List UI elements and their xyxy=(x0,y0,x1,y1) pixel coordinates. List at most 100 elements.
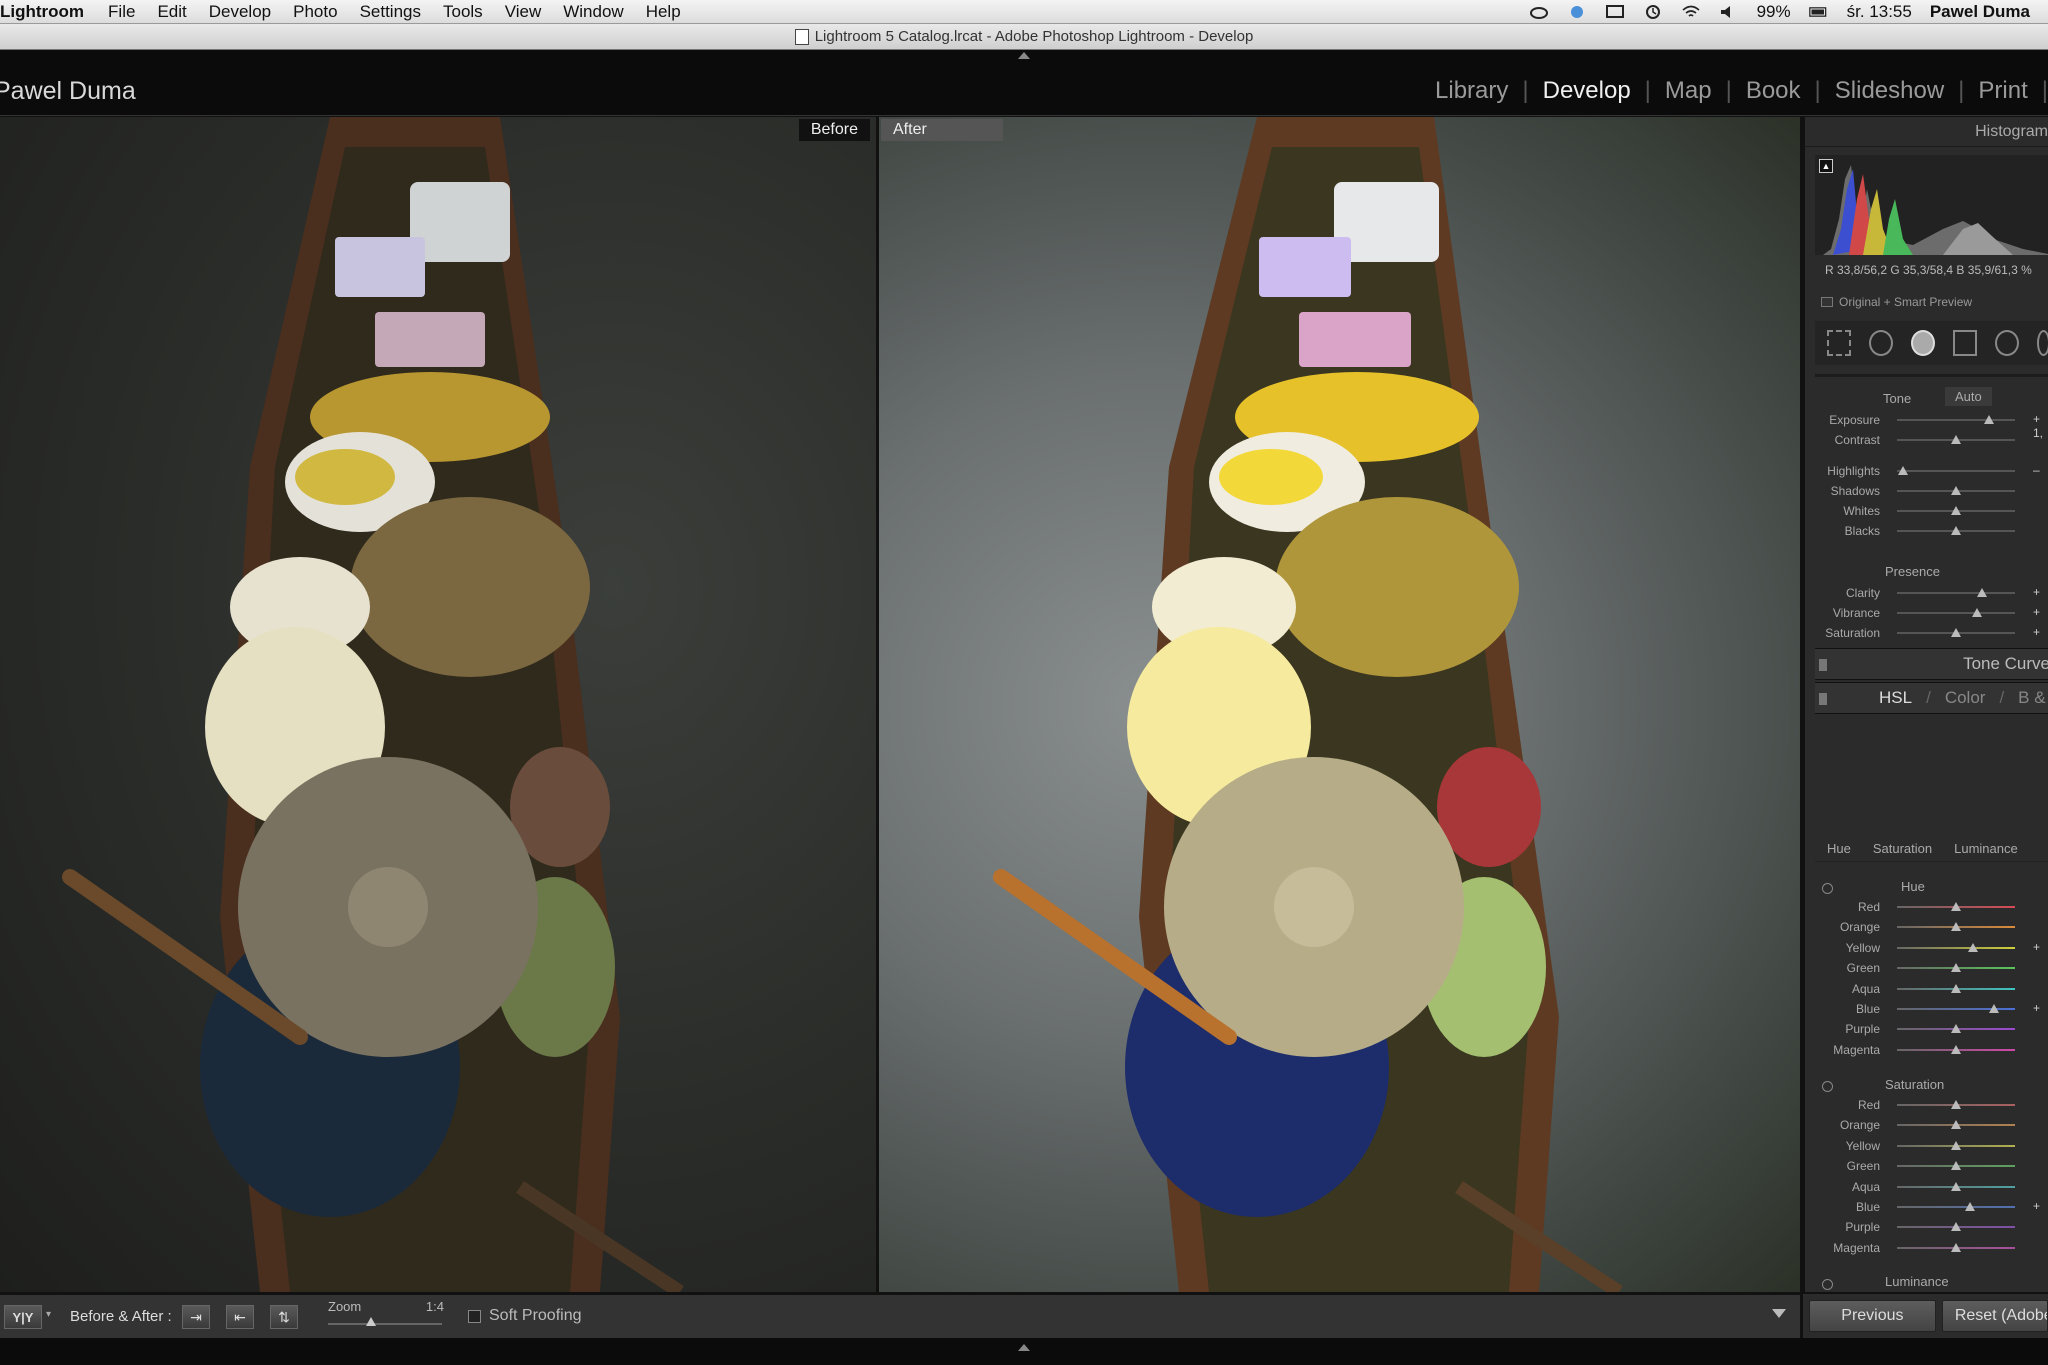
hue-magenta-slider[interactable]: Magenta xyxy=(1805,1042,2048,1058)
hue-red-slider[interactable]: Red xyxy=(1805,899,2048,915)
menu-edit[interactable]: Edit xyxy=(157,2,186,22)
hue-green-knob[interactable] xyxy=(1951,963,1961,973)
module-book[interactable]: Book xyxy=(1732,77,1815,105)
volume-icon[interactable] xyxy=(1719,4,1739,20)
saturation-orange-knob[interactable] xyxy=(1951,1120,1961,1130)
saturation-purple-track[interactable] xyxy=(1897,1222,2015,1232)
hue-red-track[interactable] xyxy=(1897,902,2015,911)
hue-aqua-track[interactable] xyxy=(1897,983,2015,993)
hue-blue-track[interactable] xyxy=(1897,1004,2015,1013)
module-library[interactable]: Library xyxy=(1421,77,1522,105)
hue-yellow-slider[interactable]: Yellow + xyxy=(1805,940,2048,956)
compare-view[interactable]: Before After xyxy=(0,117,1800,1292)
view-mode-button[interactable]: Y|Y xyxy=(4,1305,42,1329)
zoom-control[interactable]: Zoom 1:4 xyxy=(326,1299,444,1331)
saturation-aqua-slider[interactable]: Aqua xyxy=(1805,1179,2048,1195)
module-bar: Pawel Duma Library | Develop | Map | Book | … xyxy=(0,50,2048,116)
module-slideshow[interactable]: Slideshow xyxy=(1821,77,1958,105)
saturation-red-slider[interactable]: Red xyxy=(1805,1097,2048,1113)
hue-purple-knob[interactable] xyxy=(1951,1024,1961,1034)
menu-file[interactable]: File xyxy=(108,2,135,22)
menu-develop[interactable]: Develop xyxy=(209,2,271,22)
saturation-aqua-track[interactable] xyxy=(1897,1181,2015,1191)
zoom-track[interactable] xyxy=(328,1323,442,1325)
before-photo-pane[interactable]: Before xyxy=(0,117,876,1292)
hue-orange-knob[interactable] xyxy=(1951,922,1961,932)
swap-before-after-icon[interactable]: ⇅ xyxy=(270,1305,298,1329)
hue-aqua-knob[interactable] xyxy=(1951,983,1961,993)
module-develop[interactable]: Develop xyxy=(1529,77,1645,105)
hue-orange-track[interactable] xyxy=(1897,922,2015,932)
menu-photo[interactable]: Photo xyxy=(293,2,337,22)
saturation-blue-slider[interactable]: Blue + xyxy=(1805,1199,2048,1215)
hue-magenta-track[interactable] xyxy=(1897,1044,2015,1054)
menu-help[interactable]: Help xyxy=(646,2,681,22)
saturation-blue-track[interactable] xyxy=(1897,1202,2015,1211)
hue-purple-slider[interactable]: Purple xyxy=(1805,1021,2048,1037)
after-photo-pane[interactable]: After xyxy=(879,117,1800,1292)
hue-aqua-slider[interactable]: Aqua xyxy=(1805,981,2048,997)
saturation-purple-slider[interactable]: Purple xyxy=(1805,1219,2048,1235)
saturation-aqua-knob[interactable] xyxy=(1951,1181,1961,1191)
reset-button[interactable]: Reset (Adobe) xyxy=(1941,1300,2048,1332)
app-menu[interactable]: Lightroom xyxy=(0,2,84,22)
zoom-slider-knob[interactable] xyxy=(366,1317,376,1326)
saturation-purple-knob[interactable] xyxy=(1951,1222,1961,1232)
saturation-magenta-slider[interactable]: Magenta xyxy=(1805,1240,2048,1256)
hue-red-label: Red xyxy=(1857,900,1880,914)
menu-tools[interactable]: Tools xyxy=(443,2,483,22)
display-icon[interactable] xyxy=(1605,4,1625,20)
user-name[interactable]: Pawel Duma xyxy=(1930,2,2030,22)
creative-cloud-icon[interactable] xyxy=(1529,4,1549,20)
hue-blue-knob[interactable] xyxy=(1988,1004,1999,1013)
wifi-icon[interactable] xyxy=(1681,4,1701,20)
saturation-orange-track[interactable] xyxy=(1897,1120,2015,1130)
hue-blue-value: + xyxy=(2033,1001,2041,1015)
hue-green-slider[interactable]: Green xyxy=(1805,960,2048,976)
saturation-magenta-track[interactable] xyxy=(1897,1242,2015,1252)
hue-purple-track[interactable] xyxy=(1897,1024,2015,1034)
saturation-green-track[interactable] xyxy=(1897,1161,2015,1171)
toolbar-content-dropdown-icon[interactable] xyxy=(1772,1309,1786,1318)
hue-red-knob[interactable] xyxy=(1951,902,1961,911)
copy-before-to-after-icon[interactable]: ⇥ xyxy=(182,1305,210,1329)
hue-green-track[interactable] xyxy=(1897,963,2015,973)
saturation-yellow-track[interactable] xyxy=(1897,1140,2015,1150)
copy-after-to-before-icon[interactable]: ⇤ xyxy=(226,1305,254,1329)
hue-yellow-track[interactable] xyxy=(1897,942,2015,952)
hue-yellow-value: + xyxy=(2033,939,2041,954)
module-print[interactable]: Print xyxy=(1964,77,2041,105)
hue-magenta-knob[interactable] xyxy=(1951,1044,1961,1054)
soft-proofing-checkbox[interactable] xyxy=(468,1309,481,1323)
hue-orange-slider[interactable]: Orange xyxy=(1805,919,2048,935)
saturation-green-label: Green xyxy=(1846,1159,1880,1174)
previous-button[interactable]: Previous xyxy=(1809,1300,1936,1332)
clock[interactable]: śr. 13:55 xyxy=(1847,2,1912,22)
battery-icon[interactable] xyxy=(1808,4,1829,20)
before-photo xyxy=(62,117,684,1292)
view-mode-dropdown-icon[interactable]: ▾ xyxy=(46,1309,51,1320)
saturation-blue-knob[interactable] xyxy=(1965,1202,1976,1211)
saturation-orange-slider[interactable]: Orange xyxy=(1805,1117,2048,1133)
show-module-bar-icon[interactable] xyxy=(1018,52,1030,59)
module-map[interactable]: Map xyxy=(1651,77,1726,105)
hue-yellow-label: Yellow xyxy=(1845,940,1880,955)
timemachine-icon[interactable] xyxy=(1643,4,1663,20)
soft-proofing-option[interactable]: Soft Proofing xyxy=(468,1307,582,1325)
saturation-yellow-knob[interactable] xyxy=(1951,1140,1961,1150)
right-panel-buttons: Previous Reset (Adobe) xyxy=(1803,1294,2048,1338)
show-filmstrip-icon[interactable] xyxy=(1018,1344,1030,1351)
hue-yellow-knob[interactable] xyxy=(1967,942,1978,952)
menu-settings[interactable]: Settings xyxy=(360,2,421,22)
saturation-red-knob[interactable] xyxy=(1951,1100,1961,1109)
hsl-sliders: Red Orange Yellow + Green Aqua Blue + Purple Mage… xyxy=(1805,117,2048,1292)
saturation-magenta-knob[interactable] xyxy=(1951,1242,1961,1252)
saturation-red-track[interactable] xyxy=(1897,1100,2015,1109)
saturation-green-knob[interactable] xyxy=(1951,1161,1961,1171)
saturation-yellow-slider[interactable]: Yellow xyxy=(1805,1138,2048,1154)
menu-view[interactable]: View xyxy=(505,2,542,22)
sync-icon[interactable] xyxy=(1567,4,1587,20)
hue-blue-slider[interactable]: Blue + xyxy=(1805,1001,2048,1017)
saturation-green-slider[interactable]: Green xyxy=(1805,1158,2048,1174)
menu-window[interactable]: Window xyxy=(563,2,623,22)
